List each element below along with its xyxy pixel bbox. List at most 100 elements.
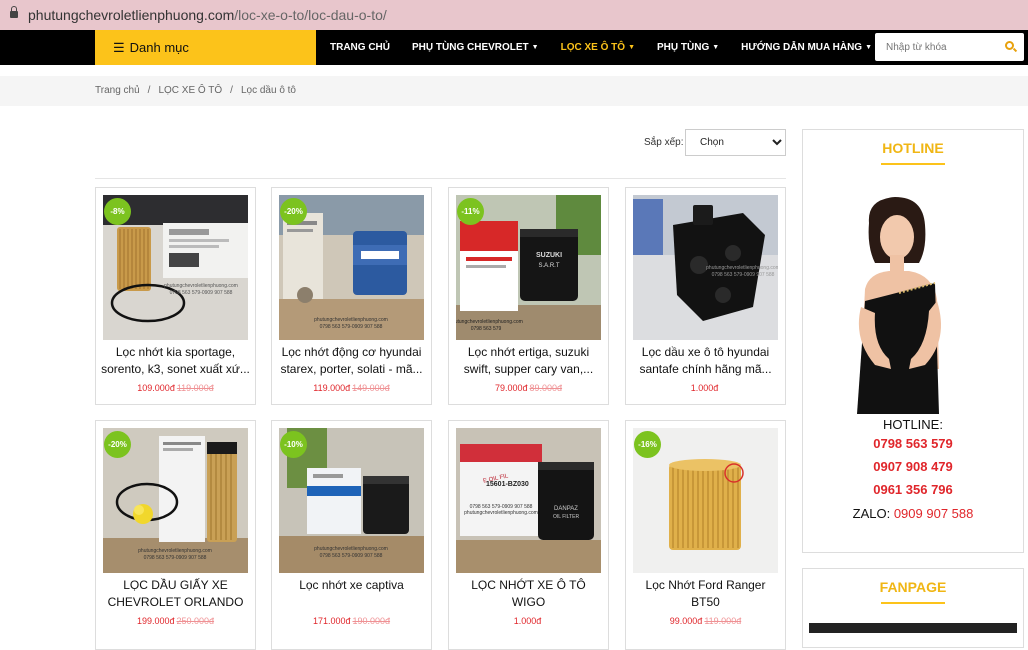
- product-prices: 109.000đ 119.000đ: [96, 383, 255, 393]
- chevron-down-icon: ▼: [628, 44, 635, 51]
- image-watermark-phone: 0798 563 579: [471, 326, 502, 332]
- menu-item-label: PHỤ TÙNG: [657, 42, 710, 53]
- browser-url-bar[interactable]: phutungchevroletlienphuong.com/loc-xe-o-…: [0, 0, 1028, 30]
- product-prices: 1.000đ: [449, 616, 608, 626]
- hotline-title: HOTLINE: [882, 140, 944, 156]
- menu-item-label: TRANG CHỦ: [330, 42, 390, 53]
- menu-item-buying-guide[interactable]: HƯỚNG DẪN MUA HÀNG ▼: [741, 42, 872, 53]
- product-price: 199.000đ: [136, 616, 175, 626]
- category-menu-label: Danh mục: [129, 40, 189, 55]
- product-old-price: 119.000đ: [704, 616, 742, 626]
- hotline-phone-1[interactable]: 0798 563 579: [803, 436, 1023, 451]
- product-name[interactable]: LỌC NHỚT XE Ô TÔ WIGO: [453, 577, 604, 611]
- hotline-phone-3[interactable]: 0961 356 796: [803, 482, 1023, 497]
- product-name[interactable]: Lọc nhớt động cơ hyundai starex, porter,…: [276, 344, 427, 378]
- zalo-label: ZALO:: [852, 506, 891, 521]
- product-prices: 119.000đ 149.000đ: [272, 383, 431, 393]
- sort-label: Sắp xếp:: [644, 137, 684, 148]
- image-watermark: phutungchevroletlienphuong.com: [314, 546, 388, 552]
- breadcrumb-separator: /: [147, 85, 151, 96]
- hotline-widget: HOTLINE HOTLINE: 0798 563 579 0907 908 4…: [802, 129, 1024, 553]
- hotline-phone-2[interactable]: 0907 908 479: [803, 459, 1023, 474]
- discount-badge: -16%: [634, 431, 661, 458]
- breadcrumb: Trang chủ / LỌC XE Ô TÔ / Lọc dầu ô tô: [95, 85, 296, 96]
- discount-badge: -20%: [104, 431, 131, 458]
- hamburger-icon: ☰: [113, 39, 125, 55]
- product-card[interactable]: phutungchevroletlienphuong.com 0798 563 …: [95, 187, 256, 405]
- product-image[interactable]: E OIL FIL 15601-BZ030 DANPAZ OIL FILTER …: [456, 428, 601, 573]
- product-name[interactable]: Lọc nhớt kia sportage, sorento, k3, sone…: [100, 344, 251, 378]
- image-watermark: phutungchevroletlienphuong.com: [164, 283, 238, 289]
- discount-badge: -8%: [104, 198, 131, 225]
- menu-item-chevrolet-parts[interactable]: PHỤ TÙNG CHEVROLET ▼: [412, 42, 539, 53]
- product-price: 1.000đ: [513, 616, 542, 626]
- url-path: /loc-xe-o-to/loc-dau-o-to/: [234, 7, 387, 23]
- product-name[interactable]: Lọc nhớt ertiga, suzuki swift, supper ca…: [453, 344, 604, 378]
- image-watermark: phutungchevroletlienphuong.com: [464, 510, 538, 516]
- product-card[interactable]: phutungchevroletlienphuong.com 0798 563 …: [271, 420, 432, 650]
- search-icon[interactable]: [1005, 41, 1014, 50]
- chevron-down-icon: ▼: [865, 44, 873, 51]
- product-card[interactable]: phutungchevroletlienphuong.com 0798 563 …: [271, 187, 432, 405]
- product-old-price: 149.000đ: [352, 383, 390, 393]
- product-card[interactable]: phutungchevroletlienphuong.com 0798 563 …: [95, 420, 256, 650]
- product-old-price: 190.000đ: [352, 616, 391, 626]
- product-price: 109.000đ: [137, 383, 175, 393]
- product-card[interactable]: -16% Lọc Nhớt Ford Ranger BT50 99.000đ 11…: [625, 420, 786, 650]
- product-prices: 171.000đ 190.000đ: [272, 616, 431, 626]
- zalo-number[interactable]: 0909 907 588: [894, 506, 974, 521]
- product-name[interactable]: Lọc Nhớt Ford Ranger BT50: [630, 577, 781, 611]
- image-brand-sart: S.A.R.T: [538, 263, 559, 269]
- image-brand-suzuki: SUZUKI: [536, 252, 562, 259]
- product-name[interactable]: LỌC DẦU GIẤY XE CHEVROLET ORLANDO: [100, 577, 251, 611]
- image-watermark-phone: 0798 563 579-0909 907 588: [712, 272, 775, 278]
- image-watermark: phutungchevroletlienphuong.com: [138, 548, 212, 554]
- image-part-number: 15601-BZ030: [486, 481, 529, 488]
- image-watermark-phone: 0798 563 579-0909 907 588: [170, 290, 233, 296]
- category-menu-button[interactable]: ☰ Danh mục: [95, 30, 316, 65]
- product-old-price: 89.000đ: [529, 383, 563, 393]
- breadcrumb-home[interactable]: Trang chủ: [95, 85, 140, 96]
- product-image[interactable]: phutungchevroletlienphuong.com 0798 563 …: [633, 195, 778, 340]
- image-oil-filter: OIL FILTER: [553, 514, 580, 520]
- image-watermark: phutungchevroletlienphuong.com: [706, 265, 778, 271]
- product-card[interactable]: SUZUKI S.A.R.T phutungchevroletlienphuon…: [448, 187, 609, 405]
- main-menu: TRANG CHỦ PHỤ TÙNG CHEVROLET ▼ LỌC XE Ô T…: [330, 30, 894, 65]
- hotline-label: HOTLINE:: [883, 417, 943, 432]
- search-input[interactable]: [875, 41, 995, 53]
- product-prices: 79.000đ 89.000đ: [449, 383, 608, 393]
- product-card[interactable]: phutungchevroletlienphuong.com 0798 563 …: [625, 187, 786, 405]
- menu-item-car-filters[interactable]: LỌC XE Ô TÔ ▼: [561, 42, 635, 53]
- menu-item-label: LỌC XE Ô TÔ: [560, 42, 626, 53]
- product-name[interactable]: Lọc dầu xe ô tô hyundai santafe chính hã…: [630, 344, 781, 378]
- product-prices: 199.000đ 250.000đ: [96, 616, 255, 626]
- fanpage-embed[interactable]: [809, 623, 1017, 633]
- main-navbar: ☰ Danh mục TRANG CHỦ PHỤ TÙNG CHEVROLET ▼…: [0, 30, 1028, 65]
- image-watermark: phutungchevroletlienphuong.com: [456, 319, 523, 325]
- product-price: 1.000đ: [690, 383, 719, 393]
- image-brand-danpaz: DANPAZ: [554, 506, 578, 512]
- menu-item-label: HƯỚNG DẪN MUA HÀNG: [741, 42, 863, 53]
- image-watermark-phone: 0798 563 579-0909 907 588: [320, 553, 383, 559]
- breadcrumb-car-filters[interactable]: LỌC XE Ô TÔ: [158, 85, 222, 96]
- fanpage-widget: FANPAGE: [802, 568, 1024, 648]
- image-watermark-phone: 0798 563 579-0909 907 588: [320, 324, 383, 330]
- url-domain: phutungchevroletlienphuong.com: [28, 7, 235, 23]
- breadcrumb-current: Lọc dầu ô tô: [240, 85, 296, 96]
- product-card[interactable]: E OIL FIL 15601-BZ030 DANPAZ OIL FILTER …: [448, 420, 609, 650]
- product-old-price: 250.000đ: [176, 616, 215, 626]
- discount-badge: -20%: [280, 198, 307, 225]
- menu-item-home[interactable]: TRANG CHỦ: [330, 42, 390, 53]
- product-price: 119.000đ: [313, 383, 351, 393]
- product-name[interactable]: Lọc nhớt xe captiva: [276, 577, 427, 611]
- sort-select[interactable]: Chọn: [685, 129, 786, 156]
- menu-item-parts[interactable]: PHỤ TÙNG ▼: [657, 42, 719, 53]
- product-price: 79.000đ: [494, 383, 528, 393]
- breadcrumb-bar: Trang chủ / LỌC XE Ô TÔ / Lọc dầu ô tô: [0, 76, 1028, 106]
- product-prices: 99.000đ 119.000đ: [626, 616, 785, 626]
- chevron-down-icon: ▼: [712, 44, 720, 51]
- image-watermark: phutungchevroletlienphuong.com: [314, 317, 388, 323]
- product-price: 171.000đ: [312, 616, 351, 626]
- zalo-contact: ZALO: 0909 907 588: [803, 506, 1023, 521]
- hotline-person-photo: [839, 189, 960, 414]
